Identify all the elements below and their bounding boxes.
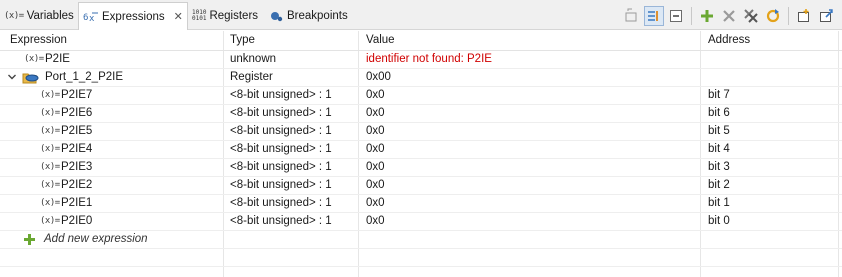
variable-icon: (x)= (40, 198, 60, 208)
header-address[interactable]: Address (708, 34, 750, 46)
tab-expressions-label: Expressions (102, 10, 165, 23)
table-header: Expression Type Value Address (0, 31, 842, 51)
add-expression-button[interactable] (697, 6, 717, 26)
row-value: 0x0 (366, 215, 385, 227)
header-expression[interactable]: Expression (10, 34, 67, 46)
tab-breakpoints-label: Breakpoints (287, 9, 348, 22)
variable-icon: (x)= (40, 162, 60, 172)
toolbar-separator (691, 7, 692, 25)
header-type[interactable]: Type (230, 34, 255, 46)
view-tab-bar: (x)= Variables 6x Expressions ✕ 1010 010… (0, 0, 842, 30)
row-type: <8-bit unsigned> : 1 (230, 89, 332, 101)
row-address: bit 5 (708, 125, 730, 137)
variable-icon: (x)= (4, 10, 24, 21)
chevron-down-icon[interactable] (7, 72, 17, 85)
row-expression: P2IE1 (61, 197, 93, 209)
row-type: <8-bit unsigned> : 1 (230, 197, 332, 209)
row-type: Register (230, 71, 273, 83)
tab-variables-label: Variables (26, 9, 74, 22)
table-row[interactable]: (x)= P2IE4 <8-bit unsigned> : 1 0x0 bit … (0, 141, 842, 159)
row-expression: P2IE0 (61, 215, 93, 227)
variable-icon: (x)= (40, 126, 60, 136)
row-value: 0x00 (366, 71, 391, 83)
row-value: 0x0 (366, 125, 385, 137)
row-type: unknown (230, 53, 277, 65)
table-row[interactable]: (x)= P2IE1 <8-bit unsigned> : 1 0x0 bit … (0, 195, 842, 213)
remove-all-button[interactable] (741, 6, 761, 26)
new-view-button[interactable] (794, 6, 814, 26)
expressions-icon: 6x (83, 10, 99, 24)
refresh-button[interactable] (763, 6, 783, 26)
row-type: <8-bit unsigned> : 1 (230, 125, 332, 137)
add-expression-row[interactable]: Add new expression (0, 231, 842, 249)
add-icon (23, 233, 36, 249)
row-address: bit 4 (708, 143, 730, 155)
row-type: <8-bit unsigned> : 1 (230, 179, 332, 191)
tab-breakpoints[interactable]: Breakpoints (270, 5, 348, 26)
row-expression: P2IE (45, 53, 70, 65)
tab-expressions[interactable]: 6x Expressions ✕ (78, 2, 188, 30)
variable-icon: (x)= (40, 144, 60, 154)
row-expression: P2IE4 (61, 143, 93, 155)
register-icon (22, 71, 40, 87)
tab-registers[interactable]: 1010 0101 Registers (192, 5, 258, 26)
add-new-expression-label[interactable]: Add new expression (44, 233, 148, 245)
toolbar-separator-2 (788, 7, 789, 25)
layout-toggle-button[interactable] (644, 6, 664, 26)
table-row[interactable]: (x)= P2IE3 <8-bit unsigned> : 1 0x0 bit … (0, 159, 842, 177)
table-row[interactable]: (x)= P2IE0 <8-bit unsigned> : 1 0x0 bit … (0, 213, 842, 231)
pin-view-button[interactable] (816, 6, 836, 26)
row-value: 0x0 (366, 143, 385, 155)
view-toolbar (622, 6, 836, 26)
close-icon[interactable]: ✕ (174, 10, 183, 23)
table-row[interactable]: (x)= P2IE7 <8-bit unsigned> : 1 0x0 bit … (0, 87, 842, 105)
tab-registers-label: Registers (209, 9, 259, 22)
table-row[interactable]: (x)= P2IE5 <8-bit unsigned> : 1 0x0 bit … (0, 123, 842, 141)
row-address: bit 2 (708, 179, 730, 191)
table-row-register[interactable]: Port_1_2_P2IE Register 0x00 (0, 69, 842, 87)
svg-text:6: 6 (83, 13, 88, 23)
row-value: 0x0 (366, 161, 385, 173)
breakpoints-icon (270, 10, 284, 22)
row-value: 0x0 (366, 89, 385, 101)
row-type: <8-bit unsigned> : 1 (230, 107, 332, 119)
table-row[interactable]: (x)= P2IE2 <8-bit unsigned> : 1 0x0 bit … (0, 177, 842, 195)
registers-icon: 1010 0101 (192, 9, 207, 22)
table-row[interactable]: (x)= P2IE6 <8-bit unsigned> : 1 0x0 bit … (0, 105, 842, 123)
variable-icon: (x)= (24, 54, 44, 64)
row-address: bit 6 (708, 107, 730, 119)
row-value: 0x0 (366, 107, 385, 119)
show-type-names-button[interactable] (622, 6, 642, 26)
row-address: bit 0 (708, 215, 730, 227)
row-expression: P2IE7 (61, 89, 93, 101)
registers-icon-bottom: 0101 (192, 14, 207, 22)
row-value: 0x0 (366, 197, 385, 209)
row-address: bit 1 (708, 197, 730, 209)
row-value-error: identifier not found: P2IE (366, 53, 492, 65)
header-value[interactable]: Value (366, 34, 395, 46)
table-row[interactable]: (x)= P2IE unknown identifier not found: … (0, 51, 842, 69)
row-address: bit 7 (708, 89, 730, 101)
svg-text:x: x (89, 14, 95, 24)
variable-icon: (x)= (40, 108, 60, 118)
variable-icon: (x)= (40, 180, 60, 190)
row-type: <8-bit unsigned> : 1 (230, 215, 332, 227)
variable-icon: (x)= (40, 90, 60, 100)
row-expression: P2IE3 (61, 161, 93, 173)
row-address: bit 3 (708, 161, 730, 173)
empty-row (0, 249, 842, 267)
remove-expression-button[interactable] (719, 6, 739, 26)
variable-icon: (x)= (40, 216, 60, 226)
row-expression: P2IE6 (61, 107, 93, 119)
row-expression: P2IE5 (61, 125, 93, 137)
row-type: <8-bit unsigned> : 1 (230, 143, 332, 155)
row-expression: Port_1_2_P2IE (45, 71, 124, 83)
row-expression: P2IE2 (61, 179, 93, 191)
collapse-all-button[interactable] (666, 6, 686, 26)
tab-variables[interactable]: (x)= Variables (4, 5, 74, 26)
row-value: 0x0 (366, 179, 385, 191)
row-type: <8-bit unsigned> : 1 (230, 161, 332, 173)
